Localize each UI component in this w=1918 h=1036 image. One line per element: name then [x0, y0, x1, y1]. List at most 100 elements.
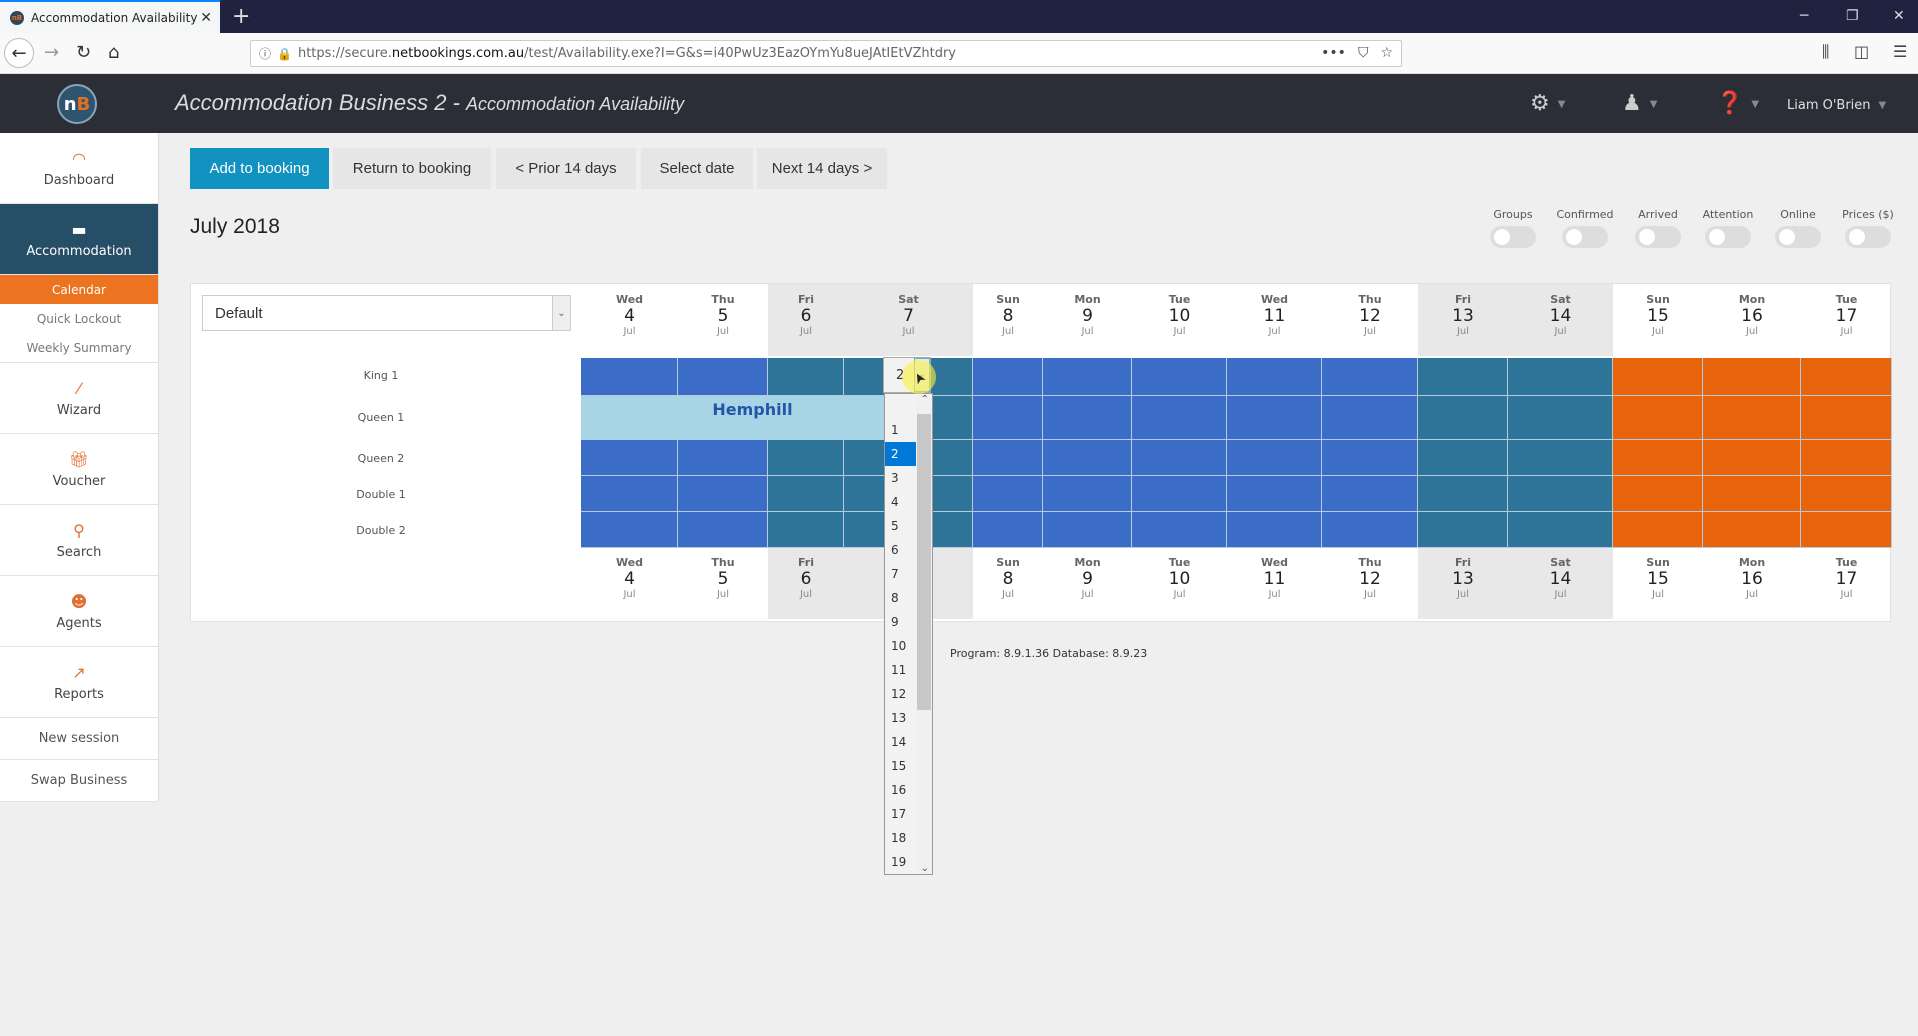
availability-cell[interactable] [678, 440, 768, 476]
close-tab-icon[interactable]: ✕ [200, 10, 212, 26]
availability-cell[interactable] [1132, 476, 1227, 512]
add-to-booking-button[interactable]: Add to booking [190, 148, 329, 189]
availability-cell[interactable] [973, 476, 1043, 512]
toggle-arrived[interactable]: Arrived [1623, 208, 1693, 248]
availability-cell[interactable] [1418, 440, 1508, 476]
sidebar-item-reports[interactable]: ↗ Reports [0, 647, 158, 718]
toggle-switch[interactable] [1845, 226, 1891, 248]
availability-cell[interactable] [1508, 512, 1613, 548]
availability-cell[interactable] [1132, 396, 1227, 440]
availability-cell[interactable] [1613, 358, 1703, 396]
availability-cell[interactable] [1508, 358, 1613, 396]
availability-cell[interactable] [1043, 512, 1132, 548]
restore-icon[interactable]: ❐ [1846, 8, 1859, 24]
availability-cell[interactable] [1801, 396, 1892, 440]
availability-cell[interactable] [768, 358, 844, 396]
dropdown-option[interactable]: 16 [885, 778, 917, 802]
toggle-switch[interactable] [1705, 226, 1751, 248]
availability-cell[interactable] [1418, 396, 1508, 440]
new-tab-icon[interactable]: + [232, 4, 250, 29]
availability-cell[interactable] [1322, 440, 1418, 476]
availability-cell[interactable] [1043, 440, 1132, 476]
availability-cell[interactable] [1418, 512, 1508, 548]
availability-cell[interactable] [1801, 440, 1892, 476]
dropdown-option[interactable]: 1 [885, 418, 917, 442]
menu-icon[interactable]: ☰ [1893, 42, 1907, 61]
browser-tab[interactable]: nB Accommodation Availability ✕ [0, 0, 220, 33]
toggle-attention[interactable]: Attention [1693, 208, 1763, 248]
forward-icon[interactable]: → [44, 42, 59, 63]
availability-cell[interactable] [1801, 476, 1892, 512]
availability-cell[interactable] [581, 440, 678, 476]
user-menu[interactable]: Liam O'Brien ▼ [1787, 98, 1886, 113]
availability-cell[interactable] [1508, 440, 1613, 476]
availability-cell[interactable] [1227, 396, 1322, 440]
reload-icon[interactable]: ↻ [76, 42, 91, 63]
new-session-link[interactable]: New session [0, 718, 158, 760]
toggle-groups[interactable]: Groups [1478, 208, 1548, 248]
availability-cell[interactable] [581, 476, 678, 512]
availability-cell[interactable] [678, 476, 768, 512]
availability-cell[interactable] [973, 396, 1043, 440]
availability-cell[interactable] [581, 358, 678, 396]
dropdown-option[interactable]: 10 [885, 634, 917, 658]
sidebar-toggle-icon[interactable]: ◫ [1854, 42, 1869, 61]
sidebar-item-accommodation[interactable]: ▬ Accommodation [0, 204, 158, 275]
availability-cell[interactable] [768, 476, 844, 512]
bookmark-star-icon[interactable]: ☆ [1380, 45, 1393, 61]
availability-cell[interactable] [1132, 512, 1227, 548]
dropdown-option[interactable]: 9 [885, 610, 917, 634]
availability-cell[interactable] [768, 512, 844, 548]
availability-cell[interactable] [1227, 358, 1322, 396]
dropdown-option[interactable]: 12 [885, 682, 917, 706]
help-menu[interactable]: ❓ ▼ [1716, 91, 1759, 116]
availability-cell[interactable] [1613, 476, 1703, 512]
prior-14-days-button[interactable]: < Prior 14 days [496, 148, 636, 189]
booking-block[interactable]: Hemphill [581, 396, 924, 440]
availability-cell[interactable] [1227, 512, 1322, 548]
toggle-confirmed[interactable]: Confirmed [1550, 208, 1620, 248]
dropdown-option[interactable]: 3 [885, 466, 917, 490]
dropdown-option[interactable]: 8 [885, 586, 917, 610]
info-icon[interactable]: ⓘ [259, 45, 271, 62]
availability-cell[interactable] [973, 512, 1043, 548]
availability-cell[interactable] [1132, 358, 1227, 396]
availability-cell[interactable] [1322, 358, 1418, 396]
toggle-switch[interactable] [1562, 226, 1608, 248]
subnav-calendar[interactable]: Calendar [0, 275, 158, 304]
sidebar-item-agents[interactable]: ☻ Agents [0, 576, 158, 647]
logo[interactable]: nB [57, 84, 97, 124]
availability-cell[interactable] [1801, 358, 1892, 396]
toggle-switch[interactable] [1490, 226, 1536, 248]
toggle-online[interactable]: Online [1763, 208, 1833, 248]
availability-cell[interactable] [1508, 476, 1613, 512]
availability-cell[interactable] [1418, 358, 1508, 396]
availability-cell[interactable] [1613, 440, 1703, 476]
ninja-menu[interactable]: ♟ ▼ [1622, 91, 1657, 116]
dropdown-option[interactable]: 14 [885, 730, 917, 754]
swap-business-link[interactable]: Swap Business [0, 760, 158, 802]
room-filter-select[interactable]: Default ⌄ [202, 295, 571, 331]
availability-cell[interactable] [973, 440, 1043, 476]
availability-cell[interactable] [678, 358, 768, 396]
dropdown-option[interactable]: 5 [885, 514, 917, 538]
sidebar-item-voucher[interactable]: 🎁︎ Voucher [0, 434, 158, 505]
availability-cell[interactable] [1132, 440, 1227, 476]
toggle-prices[interactable]: Prices ($) [1833, 208, 1903, 248]
pocket-icon[interactable]: ⛉ [1358, 45, 1369, 61]
availability-cell[interactable] [1508, 396, 1613, 440]
toggle-switch[interactable] [1635, 226, 1681, 248]
return-to-booking-button[interactable]: Return to booking [333, 148, 491, 189]
availability-cell[interactable] [1703, 358, 1801, 396]
availability-cell[interactable] [1043, 396, 1132, 440]
scroll-down-icon[interactable]: ⌄ [921, 863, 929, 874]
select-date-button[interactable]: Select date [641, 148, 753, 189]
dropdown-option[interactable]: 6 [885, 538, 917, 562]
availability-cell[interactable] [1703, 396, 1801, 440]
dropdown-option[interactable]: 15 [885, 754, 917, 778]
dropdown-option[interactable]: 13 [885, 706, 917, 730]
availability-cell[interactable] [1227, 440, 1322, 476]
availability-cell[interactable] [1801, 512, 1892, 548]
dropdown-option[interactable]: 2 [885, 442, 917, 466]
window-close-icon[interactable]: ✕ [1893, 8, 1905, 24]
